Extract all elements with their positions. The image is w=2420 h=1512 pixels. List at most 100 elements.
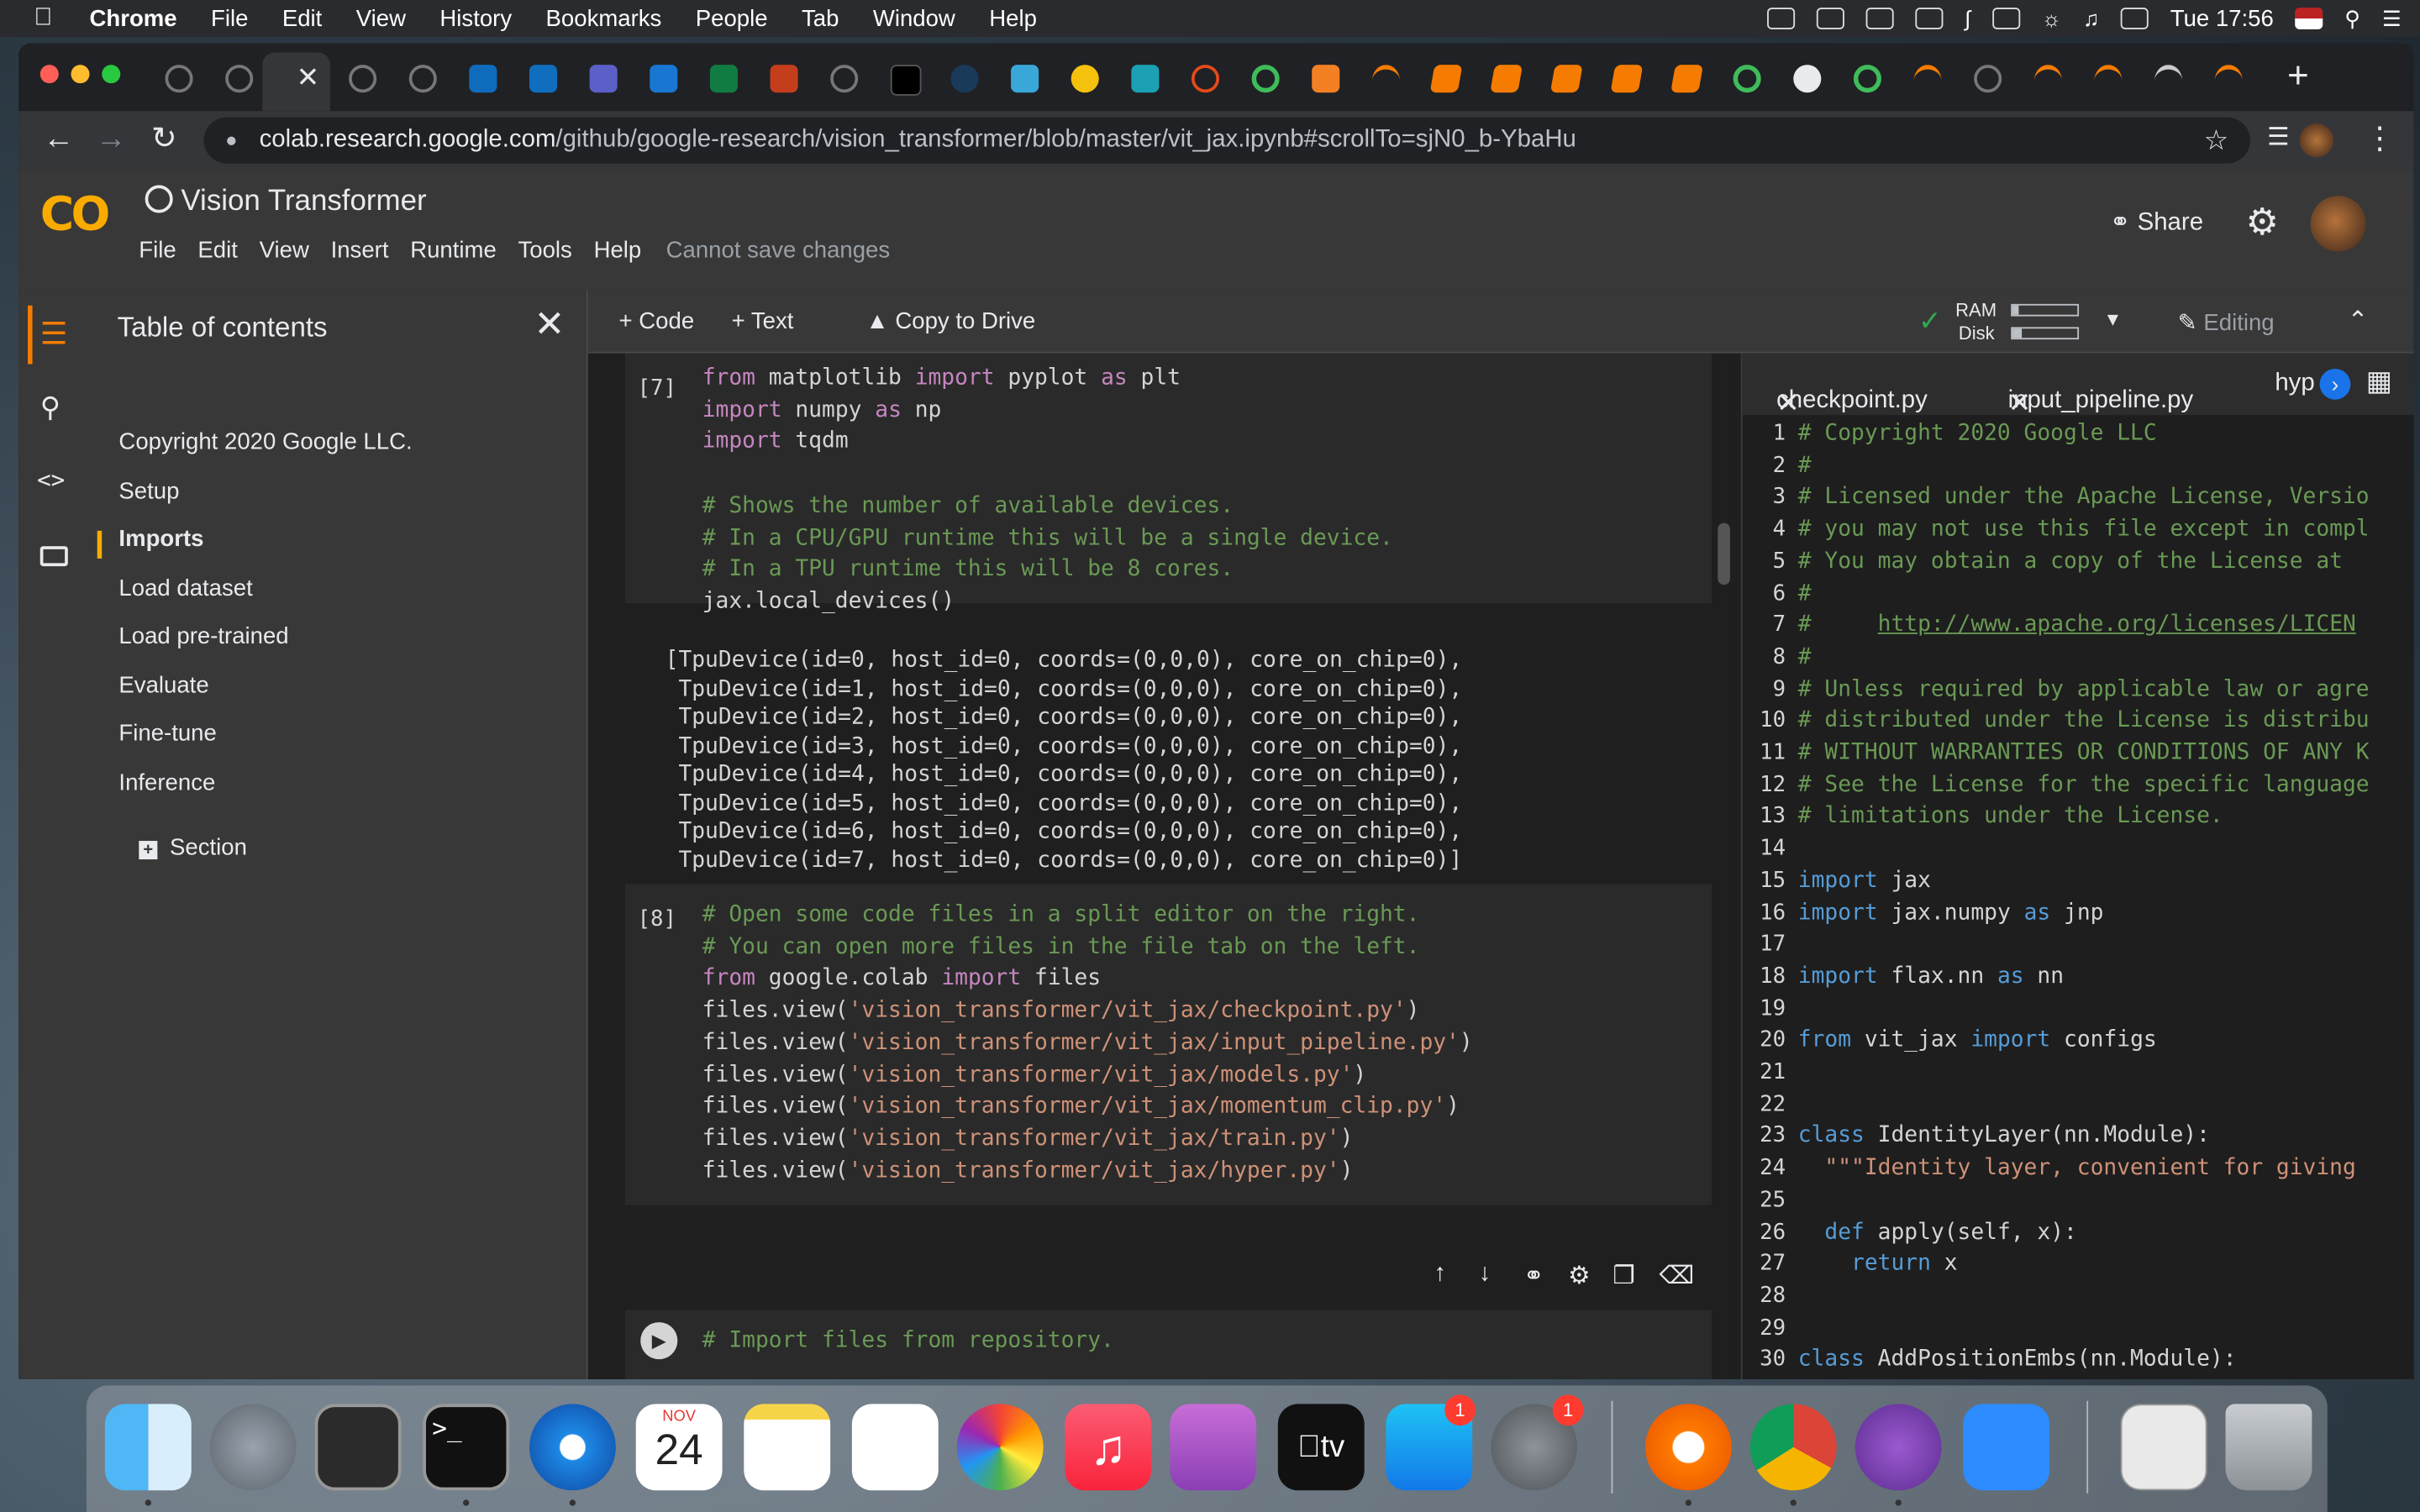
colab-favicon[interactable] <box>1371 65 1400 97</box>
cell-7-source[interactable]: from matplotlib import pyplot as plt imp… <box>702 363 1393 618</box>
menu-clock[interactable]: Tue 17:56 <box>2170 5 2274 31</box>
cell-9-source[interactable]: # Import files from repository. <box>702 1326 1114 1357</box>
yammer-favicon[interactable] <box>650 65 678 93</box>
colab-favicon[interactable] <box>2214 65 2243 97</box>
notebook-scroll-thumb[interactable] <box>1718 522 1730 585</box>
tab-favicon[interactable] <box>165 65 193 93</box>
notebook-scrollbar[interactable] <box>1718 354 1730 1379</box>
table-of-contents-icon[interactable]: ☰ <box>40 315 68 354</box>
cell-8-source[interactable]: # Open some code files in a split editor… <box>702 900 1473 1187</box>
toc-item-fine-tune[interactable]: Fine-tune <box>118 721 216 747</box>
minimize-window-button[interactable] <box>71 65 90 84</box>
control-center-icon[interactable]: ☰ <box>2382 5 2402 31</box>
downloads-stack-dock-icon[interactable] <box>2120 1404 2207 1491</box>
wifi-icon[interactable]: ☼ <box>2042 6 2062 30</box>
launchpad-dock-icon[interactable] <box>209 1404 297 1491</box>
tab-favicon[interactable] <box>1974 65 2002 93</box>
powerapps-favicon[interactable] <box>770 65 798 93</box>
close-window-button[interactable] <box>39 65 59 84</box>
music-dock-icon[interactable]: ♫ <box>1065 1404 1152 1491</box>
toc-item-load-pretrained[interactable]: Load pre-trained <box>118 623 288 649</box>
tab-favicon[interactable] <box>1853 65 1881 93</box>
podcasts-dock-icon[interactable] <box>1170 1404 1257 1491</box>
colab-menu-tools[interactable]: Tools <box>518 238 572 264</box>
colab-favicon[interactable] <box>2033 65 2062 97</box>
profile-avatar[interactable] <box>2299 123 2334 158</box>
stackoverflow-favicon[interactable] <box>1312 65 1340 93</box>
editing-mode-button[interactable]: ✎ Editing <box>2178 308 2275 336</box>
new-tab-icon[interactable]: + <box>2287 55 2309 98</box>
zoom-dock-icon[interactable] <box>1963 1404 2050 1491</box>
zoom-status-icon[interactable] <box>1767 8 1796 29</box>
settings-gear-icon[interactable]: ⚙ <box>2245 201 2279 245</box>
chrome-dock-icon[interactable] <box>1749 1404 1837 1491</box>
toc-item-evaluate[interactable]: Evaluate <box>118 673 208 699</box>
flag-icon[interactable] <box>2295 8 2323 29</box>
link-to-cell-icon[interactable]: ⚭ <box>1523 1261 1544 1292</box>
apple-tv-dock-icon[interactable]: tv <box>1277 1404 1365 1491</box>
activity-monitor-dock-icon[interactable] <box>314 1404 402 1491</box>
menu-bookmarks[interactable]: Bookmarks <box>546 5 662 31</box>
emacs-dock-icon[interactable] <box>1854 1404 1942 1491</box>
address-bar[interactable]: ● colab.research.google.com/github/googl… <box>203 117 2250 164</box>
tab-close-icon[interactable]: ✕ <box>297 61 320 94</box>
reminders-dock-icon[interactable] <box>851 1404 939 1491</box>
battery-icon[interactable] <box>1991 8 2020 29</box>
colab-menu-edit[interactable]: Edit <box>197 238 237 264</box>
tab-favicon[interactable] <box>1071 65 1099 93</box>
medium-favicon[interactable] <box>890 65 922 96</box>
project-favicon[interactable] <box>709 65 738 93</box>
chrome-menu-icon[interactable]: ⋮ <box>2365 120 2396 157</box>
volume-icon[interactable]: ♫ <box>2083 6 2099 30</box>
tabs-scroll-right-icon[interactable]: › <box>2319 368 2351 400</box>
safari-dock-icon[interactable] <box>529 1404 616 1491</box>
lock-icon[interactable]: ● <box>225 118 237 164</box>
trash-dock-icon[interactable] <box>2225 1404 2312 1491</box>
forward-icon[interactable]: → <box>96 120 127 157</box>
colab-menu-help[interactable]: Help <box>594 238 642 264</box>
colab-menu-runtime[interactable]: Runtime <box>410 238 497 264</box>
menu-help[interactable]: Help <box>989 5 1037 31</box>
colab-favicon[interactable] <box>2094 65 2123 97</box>
photos-dock-icon[interactable] <box>956 1404 1044 1491</box>
tab-favicon[interactable] <box>1131 65 1160 93</box>
delete-cell-icon[interactable]: ⌫ <box>1659 1261 1694 1292</box>
close-icon[interactable]: ✕ <box>534 302 566 347</box>
colab-menu-insert[interactable]: Insert <box>331 238 389 264</box>
active-tab[interactable]: ✕ <box>262 52 331 112</box>
share-button[interactable]: ⚭ Share <box>2110 207 2203 238</box>
menu-view[interactable]: View <box>356 5 406 31</box>
cloud-icon[interactable] <box>1865 8 1894 29</box>
files-folder-icon[interactable] <box>39 546 68 567</box>
spotlight-icon[interactable]: ⚲ <box>2344 5 2360 31</box>
tab-favicon[interactable] <box>1610 65 1644 93</box>
tab-favicon[interactable] <box>1251 65 1280 93</box>
search-icon[interactable]: ⚲ <box>40 392 60 425</box>
tab-favicon[interactable] <box>1549 65 1583 93</box>
toc-item-inference[interactable]: Inference <box>118 770 215 796</box>
colab-menu-view[interactable]: View <box>260 238 309 264</box>
colab-logo[interactable]: CO <box>40 188 111 242</box>
github-favicon[interactable] <box>1793 65 1822 93</box>
tab-favicon[interactable] <box>830 65 859 93</box>
toc-item-load-dataset[interactable]: Load dataset <box>118 575 252 601</box>
tab-favicon[interactable] <box>1191 65 1220 93</box>
code-cell-8[interactable]: [8] # Open some code files in a split ed… <box>624 884 1712 1205</box>
move-cell-up-icon[interactable]: ↑ <box>1434 1261 1446 1289</box>
tab-favicon[interactable] <box>1011 65 1039 93</box>
editor-code[interactable]: 1 # Copyright 2020 Google LLC 2 #3 # License… <box>1743 415 2414 1379</box>
menu-edit[interactable]: Edit <box>282 5 322 31</box>
tab-favicon[interactable] <box>1670 65 1703 93</box>
run-cell-button[interactable]: ▶ <box>640 1322 678 1360</box>
tab-favicon[interactable] <box>349 65 377 93</box>
colab-favicon[interactable] <box>1913 65 1942 97</box>
charging-icon[interactable] <box>2120 8 2149 29</box>
runtime-dropdown-icon[interactable]: ▼ <box>2103 308 2122 330</box>
media-control-icon[interactable]: ☰ <box>2267 120 2289 157</box>
back-icon[interactable]: ← <box>43 120 74 157</box>
tab-favicon[interactable] <box>1429 65 1463 93</box>
cell-settings-icon[interactable]: ⚙ <box>1568 1261 1590 1292</box>
tab-favicon[interactable] <box>2154 65 2183 97</box>
menu-people[interactable]: People <box>696 5 768 31</box>
code-cell-7[interactable]: [7] from matplotlib import pyplot as plt… <box>624 353 1712 614</box>
